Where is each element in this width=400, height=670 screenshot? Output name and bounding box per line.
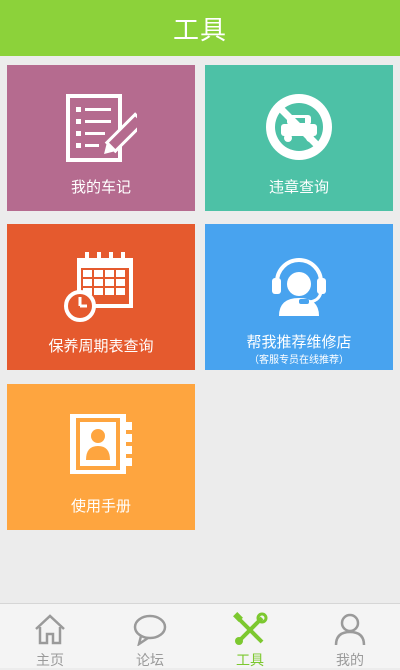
tab-home[interactable]: 主页: [0, 604, 100, 669]
home-icon: [35, 614, 65, 645]
tile-violation-query[interactable]: 违章查询: [205, 65, 393, 211]
tile-label: 使用手册: [70, 497, 131, 515]
notepad-pen-icon: [66, 94, 137, 162]
bottom-tab-bar: 主页 论坛 工具 我的: [0, 603, 400, 669]
page-title: 工具: [172, 15, 227, 46]
tile-my-car-log[interactable]: 我的车记: [7, 65, 195, 211]
calendar-clock-icon: [64, 252, 133, 322]
tile-maintenance-schedule[interactable]: 保养周期表查询: [7, 224, 195, 370]
tab-label: 我的: [336, 653, 364, 669]
tab-tools[interactable]: 工具: [200, 604, 300, 669]
tab-label: 论坛: [136, 653, 164, 669]
chat-bubble-icon: [133, 614, 167, 646]
user-icon: [334, 613, 366, 646]
tile-label: 保养周期表查询: [48, 337, 154, 355]
tile-sublabel: （客服专员在线推荐）: [249, 355, 349, 366]
tab-forum[interactable]: 论坛: [100, 604, 200, 669]
headset-agent-icon: [272, 258, 326, 316]
no-car-icon: [266, 94, 332, 160]
address-book-icon: [70, 414, 132, 474]
tools-icon: [233, 612, 268, 645]
tile-label: 违章查询: [268, 178, 329, 196]
tile-recommend-repair-shop[interactable]: 帮我推荐维修店 （客服专员在线推荐）: [205, 224, 393, 370]
tab-label: 工具: [236, 653, 264, 669]
tab-mine[interactable]: 我的: [300, 604, 400, 669]
tab-label: 主页: [36, 653, 64, 669]
app-header: 工具: [0, 0, 400, 56]
tile-label: 我的车记: [70, 178, 131, 196]
tile-label: 帮我推荐维修店: [246, 333, 352, 351]
tile-user-manual[interactable]: 使用手册: [7, 384, 195, 530]
